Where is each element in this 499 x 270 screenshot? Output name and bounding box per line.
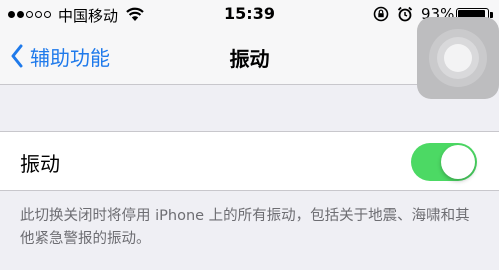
vibration-toggle[interactable] (411, 143, 477, 181)
orientation-lock-icon (373, 6, 389, 22)
assistive-touch-button[interactable] (417, 17, 499, 99)
alarm-icon (397, 6, 413, 22)
vibration-label: 振动 (20, 152, 60, 176)
vibration-footer-note: 此切换关闭时将停用 iPhone 上的所有振动，包括关于地震、海啸和其他紧急警报… (20, 208, 470, 247)
assistive-touch-core (444, 44, 472, 72)
toggle-knob (441, 145, 475, 179)
vibration-cell: 振动 (0, 131, 499, 191)
battery-tip (490, 12, 493, 18)
